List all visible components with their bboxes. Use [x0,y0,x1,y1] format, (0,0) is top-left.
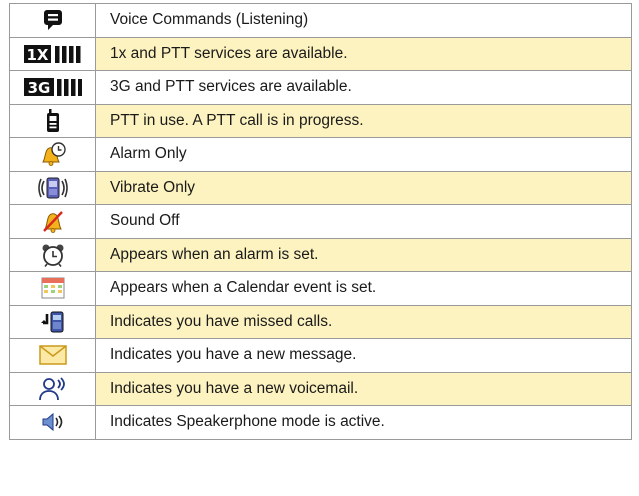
row-description: Appears when an alarm is set. [95,237,632,272]
1x-signal-icon: 1X [23,44,80,64]
sound-off-icon [42,211,63,234]
voicemail-icon [38,377,65,400]
row-description: Vibrate Only [95,170,632,205]
status-icon-table: Voice Commands (Listening) 1X 1x and PTT… [9,3,632,440]
table-row: Appears when a Calendar event is set. [9,271,632,306]
row-description: Voice Commands (Listening) [95,3,632,38]
table-row: Indicates you have a new voicemail. [9,371,632,406]
svg-text:1X: 1X [26,46,48,64]
envelope-icon [38,345,67,365]
table-row: Alarm Only [9,137,632,172]
calendar-icon [41,277,64,299]
svg-text:3G: 3G [27,79,50,97]
row-description: 3G and PTT services are available. [95,70,632,105]
missed-call-icon [40,311,63,333]
table-row: PTT in use. A PTT call is in progress. [9,103,632,138]
row-description: Indicates you have missed calls. [95,304,632,339]
3g-signal-icon: 3G [23,78,82,97]
table-row: Indicates you have missed calls. [9,304,632,339]
row-description: 1x and PTT services are available. [95,36,632,71]
table-row: Indicates you have a new message. [9,338,632,373]
table-row: Sound Off [9,204,632,239]
alarm-clock-icon [42,244,63,267]
row-description: Indicates Speakerphone mode is active. [95,405,632,440]
speakerphone-icon [42,413,62,432]
alarm-only-icon [41,142,66,167]
vibrate-only-icon [37,177,68,199]
row-description: Appears when a Calendar event is set. [95,271,632,306]
table-row: Voice Commands (Listening) [9,3,632,38]
row-description: Alarm Only [95,137,632,172]
table-row: 1X 1x and PTT services are available. [9,36,632,71]
table-row: 3G 3G and PTT services are available. [9,70,632,105]
ptt-phone-icon [46,108,59,132]
row-description: Indicates you have a new voicemail. [95,371,632,406]
voice-commands-icon [43,10,62,31]
table-row: Indicates Speakerphone mode is active. [9,405,632,440]
table-row: Vibrate Only [9,170,632,205]
row-description: Sound Off [95,204,632,239]
row-description: PTT in use. A PTT call is in progress. [95,103,632,138]
table-row: Appears when an alarm is set. [9,237,632,272]
row-description: Indicates you have a new message. [95,338,632,373]
